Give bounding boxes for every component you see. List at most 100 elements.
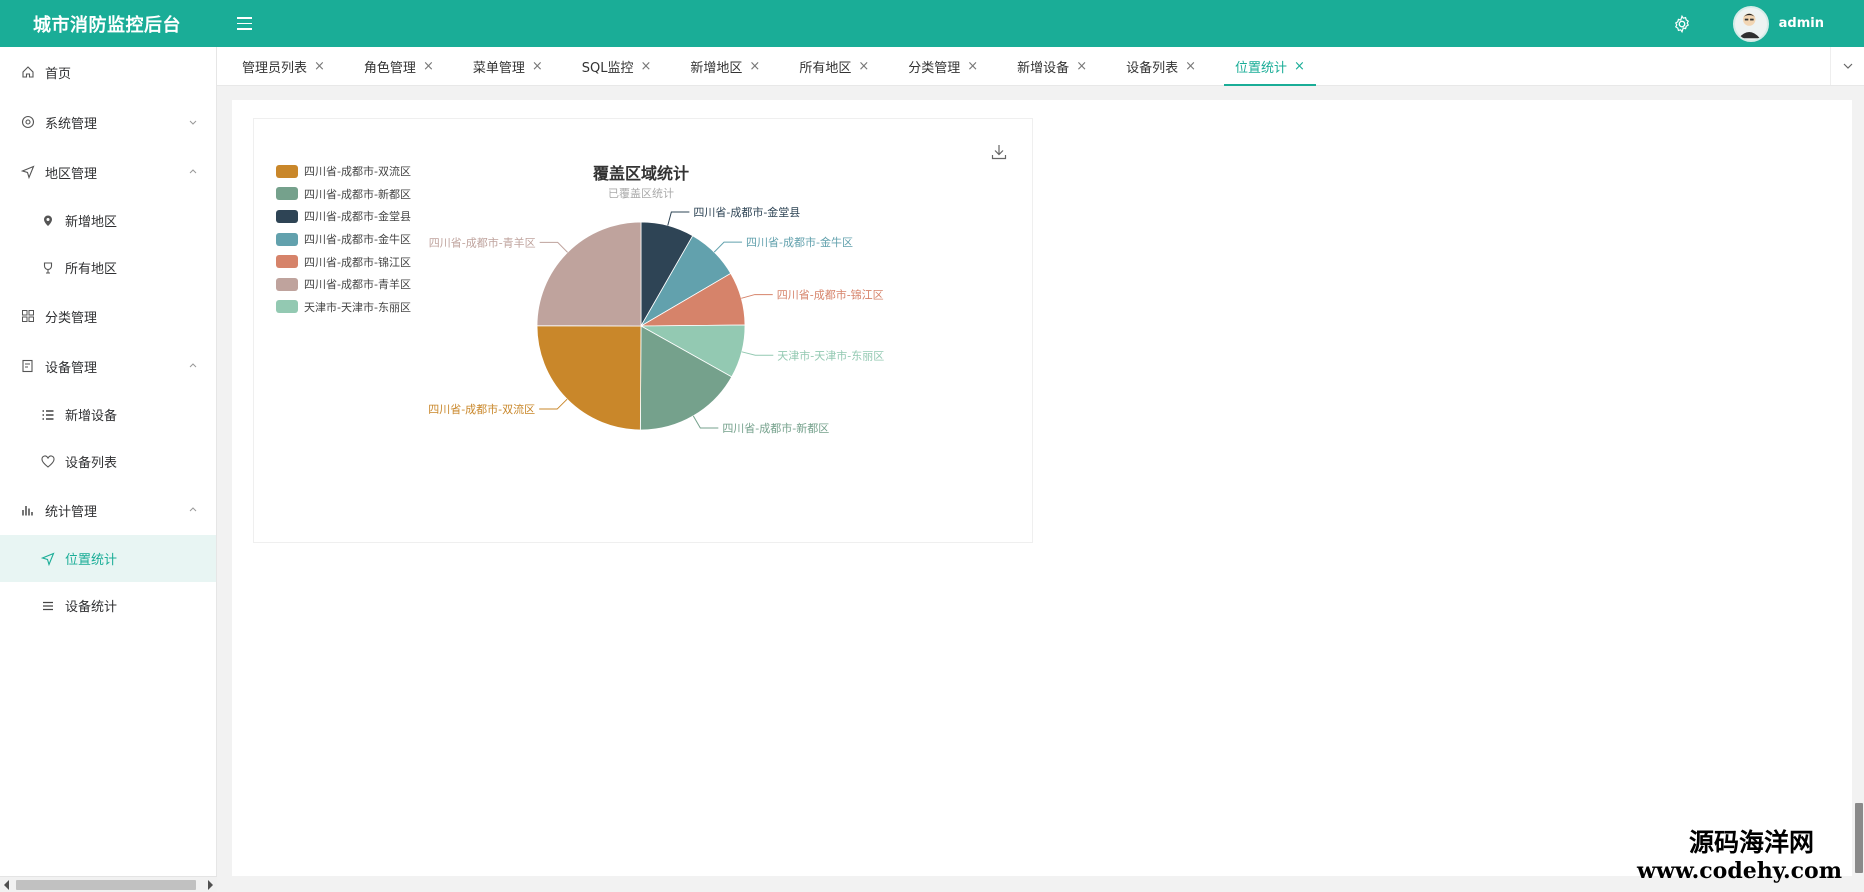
legend-swatch: [276, 187, 298, 201]
close-icon[interactable]: ×: [314, 59, 325, 74]
close-icon[interactable]: ×: [1076, 59, 1087, 74]
scrollbar-thumb[interactable]: [16, 880, 196, 890]
tab-label: 角色管理: [363, 60, 416, 76]
chevron-down-icon: [189, 120, 197, 125]
close-icon[interactable]: ×: [641, 59, 652, 74]
close-icon[interactable]: ×: [749, 59, 760, 74]
home-icon: [20, 64, 36, 80]
heart-icon: [40, 454, 56, 470]
menu-toggle-icon[interactable]: [237, 12, 261, 36]
sidebar-item-label: 新增设备: [65, 409, 118, 424]
sidebar-item-system[interactable]: 系统管理: [0, 97, 216, 147]
list-icon: [40, 407, 56, 423]
sidebar-item-label: 分类管理: [45, 310, 98, 326]
close-icon[interactable]: ×: [532, 59, 543, 74]
legend-label: 四川省-成都市-金牛区: [304, 233, 411, 247]
avatar[interactable]: [1732, 5, 1769, 42]
scroll-right-arrow-icon[interactable]: [208, 880, 213, 890]
chart-subtitle: 已覆盖区统计: [608, 187, 674, 200]
tab-admin-list[interactable]: 管理员列表 ×: [231, 47, 336, 85]
tab-label: 管理员列表: [242, 60, 308, 76]
tab-label: 新增地区: [690, 60, 743, 76]
sidebar: 首页 系统管理 地区管理 新增地区 所有地区 分类管理 设备管理 新增设备 设备…: [0, 47, 217, 892]
top-header: 城市消防监控后台 admin: [0, 0, 1864, 47]
close-icon[interactable]: ×: [967, 59, 978, 74]
tab-device-list[interactable]: 设备列表 ×: [1115, 47, 1207, 85]
app-title: 城市消防监控后台: [33, 14, 181, 36]
watermark: 源码海洋网 www.codehy.com: [1637, 828, 1842, 884]
sidebar-item-region[interactable]: 地区管理: [0, 147, 216, 197]
tab-label: 新增设备: [1017, 60, 1070, 76]
legend-item[interactable]: 四川省-成都市-双流区: [276, 160, 411, 183]
tab-label: 分类管理: [908, 60, 961, 76]
legend-swatch: [276, 164, 298, 178]
tab-label: 设备列表: [1126, 60, 1179, 76]
menu-lines-icon: [40, 598, 56, 614]
tab-add-region[interactable]: 新增地区 ×: [679, 47, 771, 85]
grid-icon: [20, 308, 36, 324]
tab-more-dropdown[interactable]: [1830, 47, 1864, 85]
sidebar-item-category[interactable]: 分类管理: [0, 291, 216, 341]
watermark-line1: 源码海洋网: [1688, 828, 1814, 857]
tab-all-regions[interactable]: 所有地区 ×: [788, 47, 880, 85]
sidebar-item-label: 位置统计: [65, 553, 118, 568]
vertical-scrollbar-thumb[interactable]: [1855, 803, 1863, 873]
tab-label: 菜单管理: [472, 60, 525, 76]
sidebar-item-label: 设备统计: [65, 600, 118, 615]
sidebar-item-label: 新增地区: [65, 215, 118, 230]
legend-label: 四川省-成都市-双流区: [304, 165, 411, 179]
sidebar-item-region-add[interactable]: 新增地区: [0, 197, 216, 244]
download-icon[interactable]: [990, 143, 1008, 161]
sidebar-item-device-list[interactable]: 设备列表: [0, 438, 216, 485]
header-right: admin: [1671, 5, 1864, 42]
legend-item[interactable]: 四川省-成都市-青羊区: [276, 273, 411, 296]
edit-document-icon: [20, 358, 36, 374]
username[interactable]: admin: [1779, 16, 1824, 31]
sidebar-item-label: 地区管理: [45, 166, 98, 182]
sidebar-item-stats[interactable]: 统计管理: [0, 485, 216, 535]
sidebar-horizontal-scrollbar[interactable]: [0, 876, 217, 892]
legend-label: 天津市-天津市-东丽区: [304, 300, 411, 314]
sidebar-item-region-all[interactable]: 所有地区: [0, 244, 216, 291]
legend-swatch: [276, 232, 298, 246]
tab-menu-management[interactable]: 菜单管理 ×: [462, 47, 554, 85]
tab-label: 所有地区: [799, 60, 852, 76]
tab-sql-monitor[interactable]: SQL监控 ×: [571, 47, 663, 85]
sidebar-item-label: 设备管理: [45, 360, 98, 376]
trophy-icon: [40, 260, 56, 276]
gear-icon[interactable]: [1671, 13, 1693, 35]
tab-role-management[interactable]: 角色管理 ×: [353, 47, 445, 85]
legend-item[interactable]: 四川省-成都市-金牛区: [276, 228, 411, 251]
chart-title: 覆盖区域统计: [592, 164, 690, 183]
navigation-icon: [40, 551, 56, 567]
legend-item[interactable]: 天津市-天津市-东丽区: [276, 296, 411, 319]
chevron-up-icon: [189, 507, 197, 512]
legend-item[interactable]: 四川省-成都市-锦江区: [276, 250, 411, 273]
sidebar-item-stats-location[interactable]: 位置统计: [0, 535, 216, 582]
legend-item[interactable]: 四川省-成都市-新都区: [276, 183, 411, 206]
close-icon[interactable]: ×: [1294, 59, 1305, 74]
legend-item[interactable]: 四川省-成都市-金堂县: [276, 205, 411, 228]
legend-label: 四川省-成都市-锦江区: [304, 255, 411, 269]
settings-icon: [20, 114, 36, 130]
close-icon[interactable]: ×: [1185, 59, 1196, 74]
tab-location-stats[interactable]: 位置统计 ×: [1224, 47, 1316, 86]
sidebar-item-device-add[interactable]: 新增设备: [0, 391, 216, 438]
sidebar-item-label: 设备列表: [65, 456, 118, 471]
legend-swatch: [276, 277, 298, 291]
sidebar-item-label: 所有地区: [65, 262, 118, 277]
tab-category-management[interactable]: 分类管理 ×: [897, 47, 989, 85]
tab-label: SQL监控: [581, 60, 634, 76]
tab-add-device[interactable]: 新增设备 ×: [1006, 47, 1098, 85]
avatar-icon: [1738, 12, 1760, 38]
sidebar-item-device[interactable]: 设备管理: [0, 341, 216, 391]
close-icon[interactable]: ×: [423, 59, 434, 74]
bar-chart-icon: [20, 502, 36, 518]
scroll-left-arrow-icon[interactable]: [4, 880, 9, 890]
legend-swatch: [276, 300, 298, 314]
chevron-up-icon: [189, 169, 197, 174]
chevron-down-icon: [1843, 63, 1852, 69]
close-icon[interactable]: ×: [858, 59, 869, 74]
sidebar-item-stats-device[interactable]: 设备统计: [0, 582, 216, 629]
sidebar-item-home[interactable]: 首页: [0, 47, 216, 97]
